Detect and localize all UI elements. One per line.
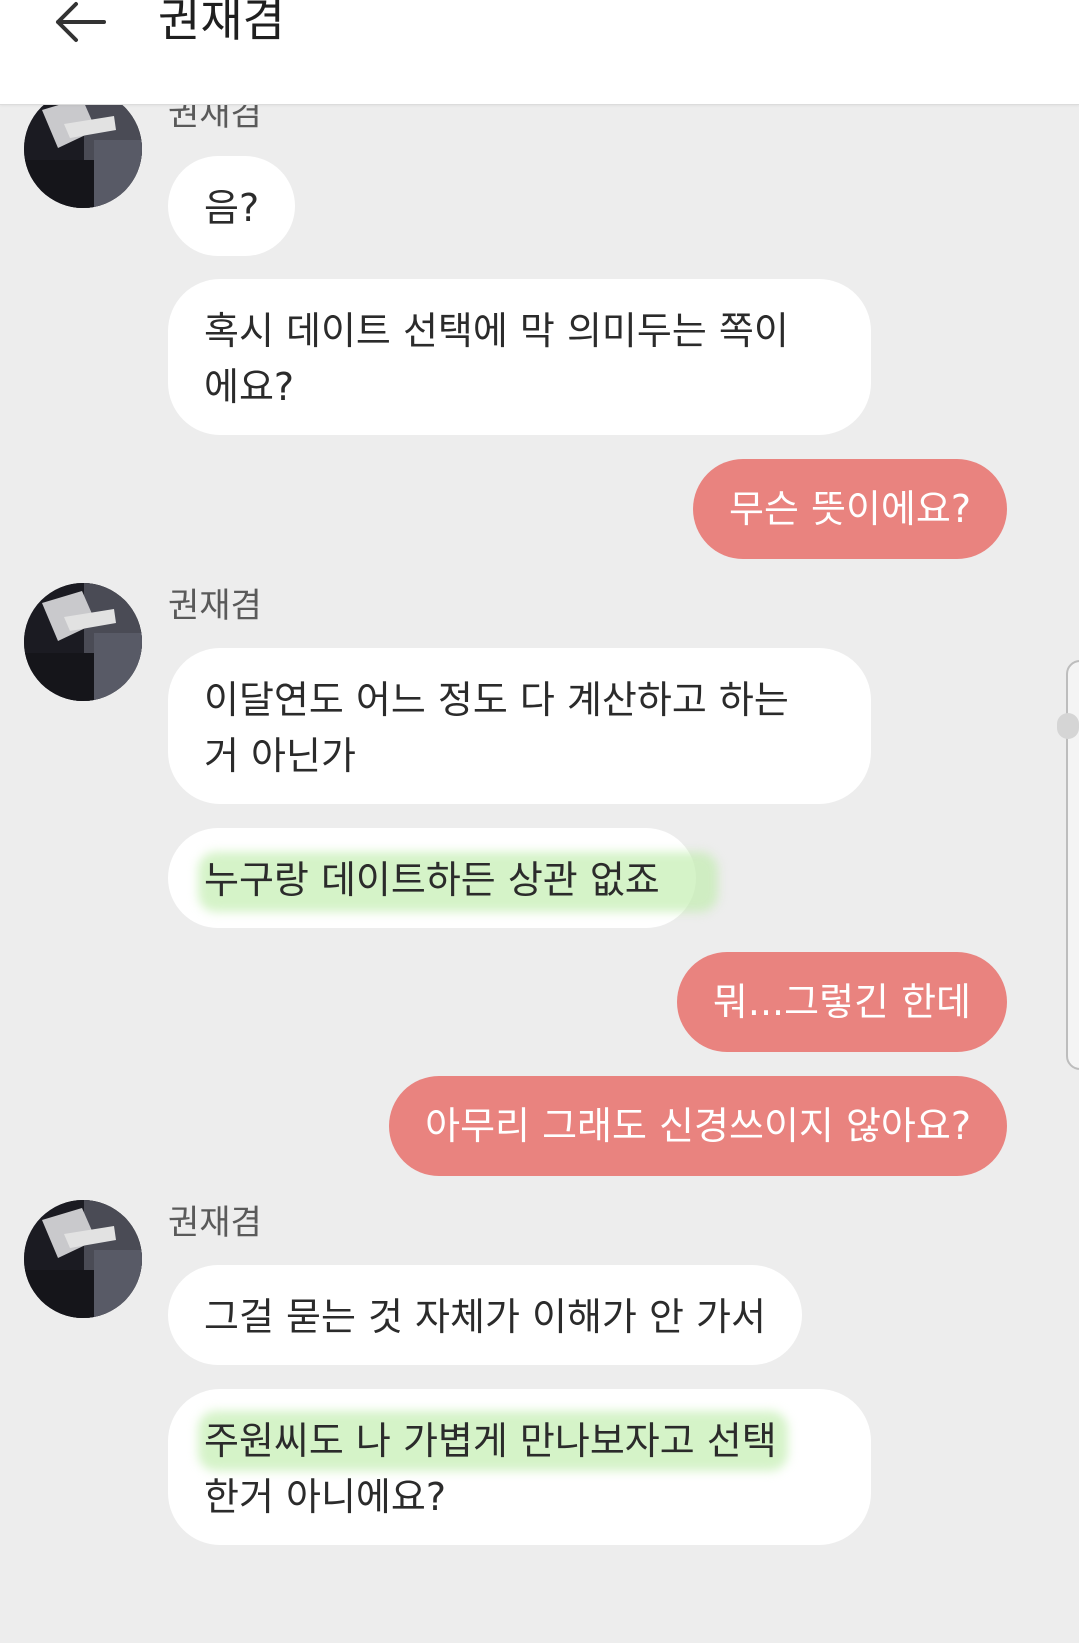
message-text-line: 이달연도 어느 정도 다 계산하고 하는: [204, 678, 789, 722]
message-text-line: 혹시 데이트 선택에 막 의미두는 쪽이: [204, 309, 789, 353]
message-text-line: 거 아닌가: [204, 734, 356, 778]
avatar[interactable]: [24, 90, 142, 208]
message-text: 아무리 그래도 신경쓰이지 않아요?: [425, 1104, 971, 1148]
message-text-line: 한거 아니에요?: [204, 1475, 447, 1519]
message-text: 무슨 뜻이에요?: [728, 487, 971, 531]
message-bubble-incoming[interactable]: 음?: [168, 156, 296, 256]
scrollbar-indicator[interactable]: [1057, 713, 1079, 739]
message-bubble-outgoing[interactable]: 뭐...그렇긴 한데: [676, 952, 1007, 1052]
message-bubble-incoming[interactable]: 누구랑 데이트하든 상관 없죠: [168, 828, 718, 928]
message-bubble-outgoing[interactable]: 무슨 뜻이에요?: [692, 459, 1007, 559]
message-text: 뭐...그렇긴 한데: [712, 980, 971, 1024]
message-bubble-incoming[interactable]: 주원씨도 나 가볍게 만나보자고 선택 한거 아니에요?: [168, 1389, 871, 1545]
avatar[interactable]: [24, 1200, 142, 1318]
chat-title: 권재겸: [158, 0, 285, 47]
arrow-left-icon: [50, 0, 114, 48]
message-bubble-incoming[interactable]: 그걸 묻는 것 자체가 이해가 안 가서: [168, 1265, 802, 1365]
message-text-line: 에요?: [204, 365, 295, 409]
message-text: 음?: [204, 186, 260, 230]
avatar[interactable]: [24, 583, 142, 701]
top-bar: 권재겸: [0, 0, 1079, 105]
sender-name: 권재겸: [168, 586, 262, 626]
back-button[interactable]: [50, 0, 114, 48]
message-text: 누구랑 데이트하든 상관 없죠: [204, 858, 660, 902]
message-bubble-incoming[interactable]: 혹시 데이트 선택에 막 의미두는 쪽이 에요?: [168, 279, 871, 435]
message-bubble-incoming[interactable]: 이달연도 어느 정도 다 계산하고 하는 거 아닌가: [168, 648, 871, 804]
sender-name: 권재겸: [168, 1203, 262, 1243]
message-bubble-outgoing[interactable]: 아무리 그래도 신경쓰이지 않아요?: [389, 1076, 1007, 1176]
message-text: 그걸 묻는 것 자체가 이해가 안 가서: [204, 1295, 766, 1339]
message-text-line: 주원씨도 나 가볍게 만나보자고 선택: [204, 1419, 777, 1463]
